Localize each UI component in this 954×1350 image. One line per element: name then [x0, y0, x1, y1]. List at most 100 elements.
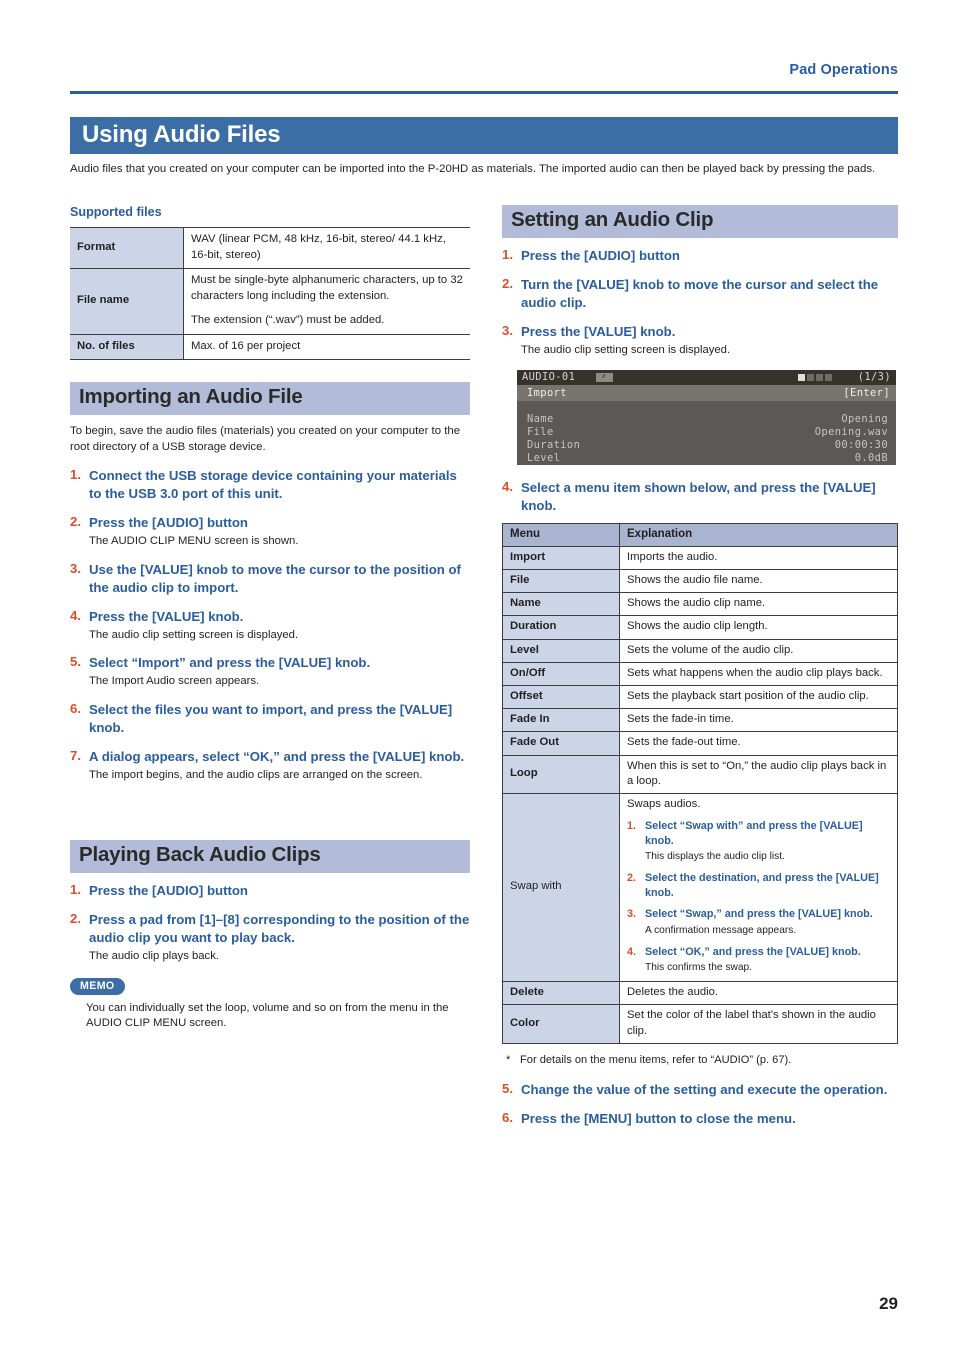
menu-cell: Name [502, 592, 620, 617]
playing-steps: 1. Press the [AUDIO] button 2. Press a p… [70, 882, 470, 965]
lcd-title-bar: AUDIO-01 (1/3) [517, 369, 896, 385]
memo-badge: MEMO [70, 977, 125, 995]
page-dot [816, 373, 823, 381]
step-title: Press the [AUDIO] button [89, 515, 248, 530]
substep-title: Select “Swap,” and press the [VALUE] kno… [645, 908, 873, 921]
lcd-row: File Opening.wav [517, 426, 896, 439]
menu-cell: Fade In [502, 708, 620, 733]
substep-title: Select “OK,” and press the [VALUE] knob. [645, 945, 861, 958]
sf-value-nooffiles: Max. of 16 per project [183, 333, 470, 360]
step-number: 6. [502, 1109, 513, 1125]
list-item: 1. Select “Swap with” and press the [VAL… [627, 819, 891, 864]
setting-steps-top: 1. Press the [AUDIO] button 2. Turn the … [502, 247, 898, 359]
lcd-row-key: Level [527, 451, 561, 464]
table-row: Name Shows the audio clip name. [502, 592, 898, 617]
explanation-cell: Set the color of the label that's shown … [619, 1004, 898, 1044]
footnote-marker: * [506, 1053, 511, 1066]
step-description: The audio clip setting screen is display… [521, 344, 731, 356]
list-item: 2. Select the destination, and press the… [627, 871, 891, 900]
step-title: Press the [VALUE] knob. [521, 324, 676, 339]
section-importing-title: Importing an Audio File [79, 385, 303, 408]
table-row: Level Sets the volume of the audio clip. [502, 638, 898, 663]
menu-cell: Duration [502, 615, 620, 640]
lcd-row-value: 0.0dB [854, 451, 888, 464]
step-title: Select the files you want to import, and… [89, 701, 453, 735]
step-description: The import begins, and the audio clips a… [89, 768, 423, 781]
list-item: 3. Use the [VALUE] knob to move the curs… [70, 561, 470, 597]
lcd-menu-label: Import [527, 386, 567, 399]
step-title: Press the [MENU] button to close the men… [521, 1110, 796, 1126]
substep-number: 1. [627, 820, 637, 833]
explanation-cell: Sets the fade-in time. [619, 708, 898, 733]
step-number: 3. [502, 323, 513, 338]
explanation-cell: When this is set to “On,” the audio clip… [619, 754, 898, 794]
page-dot [807, 373, 814, 381]
menu-cell: Offset [502, 684, 620, 710]
step-title: Press the [VALUE] knob. [89, 608, 244, 624]
lcd-row-value: 00:00:30 [834, 438, 888, 451]
menu-cell: Color [502, 1004, 620, 1044]
sf-label-format: Format [70, 227, 184, 269]
explanation-cell: Imports the audio. [619, 545, 898, 570]
sf-value-filename-1: Must be single-byte alphanumeric charact… [183, 268, 470, 309]
table-row: Delete Deletes the audio. [502, 981, 898, 1006]
lcd-row: Level 0.0dB [517, 452, 896, 465]
lcd-row-value: Opening [841, 412, 888, 425]
substep-description: This displays the audio clip list. [645, 851, 785, 863]
substep-description: A confirmation message appears. [645, 924, 797, 936]
substep-number: 2. [627, 872, 637, 885]
menu-cell-swap-with: Swap with [502, 792, 620, 983]
table-row-swap-with: Swap with Swaps audios. 1. Select “Swap … [502, 792, 898, 983]
list-item: 5. Select “Import” and press the [VALUE]… [70, 654, 470, 690]
explanation-cell: Deletes the audio. [619, 981, 898, 1006]
list-item: 4. Select “OK,” and press the [VALUE] kn… [627, 945, 891, 976]
lcd-row: Duration 00:00:30 [517, 439, 896, 452]
table-row: Fade Out Sets the fade-out time. [502, 731, 898, 756]
explanation-cell: Sets the fade-out time. [619, 731, 898, 756]
sf-label-nooffiles: No. of files [70, 333, 184, 360]
chapter-title: Using Audio Files [82, 121, 281, 148]
menu-cell: Import [502, 545, 620, 570]
lcd-parameter-list: Name Opening File Opening.wav Duration 0… [517, 413, 896, 465]
table-row: No. of files Max. of 16 per project [70, 333, 470, 360]
swap-lead-text: Swaps audios. [627, 797, 701, 810]
step-title: A dialog appears, select “OK,” and press… [89, 748, 465, 764]
menu-cell: File [502, 568, 620, 594]
menu-explanation-table: Menu Explanation Import Imports the audi… [502, 522, 898, 1044]
table-row: File Shows the audio file name. [502, 568, 898, 594]
page-dot [798, 373, 805, 381]
memo-text: You can individually set the loop, volum… [86, 1001, 449, 1030]
lcd-row-key: Name [527, 412, 554, 425]
step-number: 6. [70, 700, 81, 716]
step-number: 3. [70, 560, 81, 576]
table-row: Import Imports the audio. [502, 545, 898, 570]
explanation-cell: Sets what happens when the audio clip pl… [619, 661, 898, 686]
list-item: 2. Turn the [VALUE] knob to move the cur… [502, 276, 898, 312]
lcd-page-indicator [798, 373, 834, 381]
list-item: 1. Press the [AUDIO] button [70, 882, 470, 900]
table-row: Format WAV (linear PCM, 48 kHz, 16-bit, … [70, 227, 470, 269]
supported-files-table: Format WAV (linear PCM, 48 kHz, 16-bit, … [70, 227, 470, 360]
page-number: 29 [879, 1294, 898, 1313]
table-row: Color Set the color of the label that's … [502, 1004, 898, 1044]
step-title: Press a pad from [1]–[8] corresponding t… [89, 912, 470, 945]
step-number: 4. [70, 607, 81, 623]
substep-title: Select “Swap with” and press the [VALUE]… [645, 820, 863, 847]
lcd-enter-hint: [Enter] [843, 386, 890, 399]
supported-files-heading: Supported files [70, 205, 162, 219]
column-header-menu: Menu [502, 522, 620, 547]
list-item: 7. A dialog appears, select “OK,” and pr… [70, 748, 470, 784]
menu-cell: Level [502, 638, 620, 663]
lcd-row-key: Duration [527, 438, 581, 451]
table-row: File name Must be single-byte alphanumer… [70, 268, 470, 334]
step-description: The Import Audio screen appears. [89, 675, 260, 687]
table-row: Offset Sets the playback start position … [502, 684, 898, 710]
explanation-cell: Sets the playback start position of the … [619, 684, 898, 710]
list-item: 5. Change the value of the setting and e… [502, 1081, 898, 1099]
list-item: 3. Press the [VALUE] knob. The audio cli… [502, 323, 898, 359]
menu-cell: On/Off [502, 661, 620, 686]
table-row: On/Off Sets what happens when the audio … [502, 661, 898, 686]
section-setting-title: Setting an Audio Clip [511, 208, 714, 231]
section-importing-bar: Importing an Audio File [70, 382, 470, 415]
chapter-intro-text: Audio files that you created on your com… [70, 163, 876, 175]
